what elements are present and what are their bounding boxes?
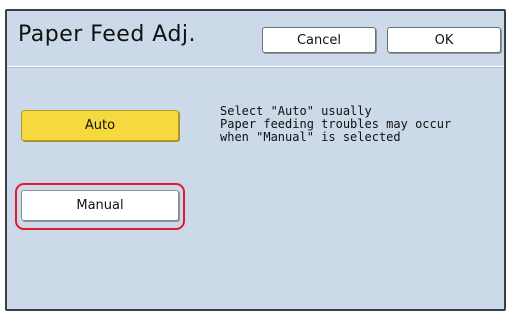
ok-button[interactable]: OK [387,27,501,53]
dialog-header: Paper Feed Adj. Cancel OK [7,11,504,63]
page-title: Paper Feed Adj. [18,22,197,47]
paper-feed-adj-dialog: Paper Feed Adj. Cancel OK Auto Manual Se… [5,9,506,311]
header-divider-shadow [7,67,504,68]
help-message: Select "Auto" usually Paper feeding trou… [220,105,451,144]
cancel-button[interactable]: Cancel [262,27,376,53]
help-message-line-3: when "Manual" is selected [220,130,401,144]
manual-button[interactable]: Manual [21,190,179,221]
auto-button[interactable]: Auto [21,110,179,141]
